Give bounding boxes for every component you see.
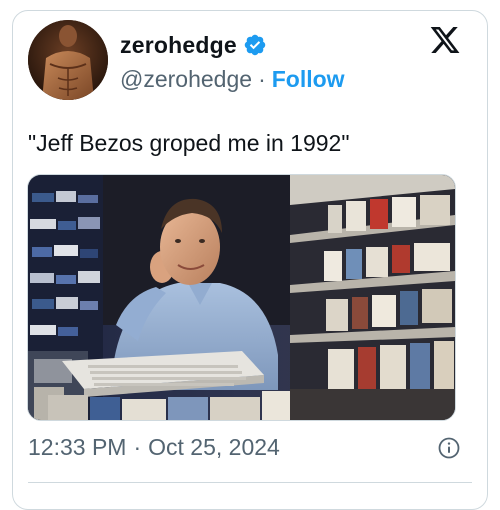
- author-handle-row: @zerohedge · Follow: [120, 64, 345, 94]
- tweet-date: Oct 25, 2024: [148, 433, 280, 460]
- x-logo-icon[interactable]: [428, 24, 462, 56]
- follow-button[interactable]: Follow: [272, 66, 345, 93]
- info-icon[interactable]: [437, 436, 461, 460]
- author-display-name[interactable]: zerohedge: [120, 32, 237, 59]
- tweet-timestamp[interactable]: 12:33 PM · Oct 25, 2024: [28, 432, 280, 462]
- author-name-row: zerohedge: [120, 30, 267, 60]
- tweet-photo[interactable]: [27, 174, 456, 421]
- tweet-text: "Jeff Bezos groped me in 1992": [28, 130, 350, 156]
- divider: [28, 482, 472, 483]
- timestamp-separator: ·: [133, 433, 142, 460]
- tweet-time: 12:33 PM: [28, 433, 127, 460]
- verified-badge-icon: [244, 34, 266, 56]
- author-handle[interactable]: @zerohedge: [120, 66, 252, 93]
- handle-separator: ·: [258, 65, 266, 92]
- avatar[interactable]: [28, 20, 108, 100]
